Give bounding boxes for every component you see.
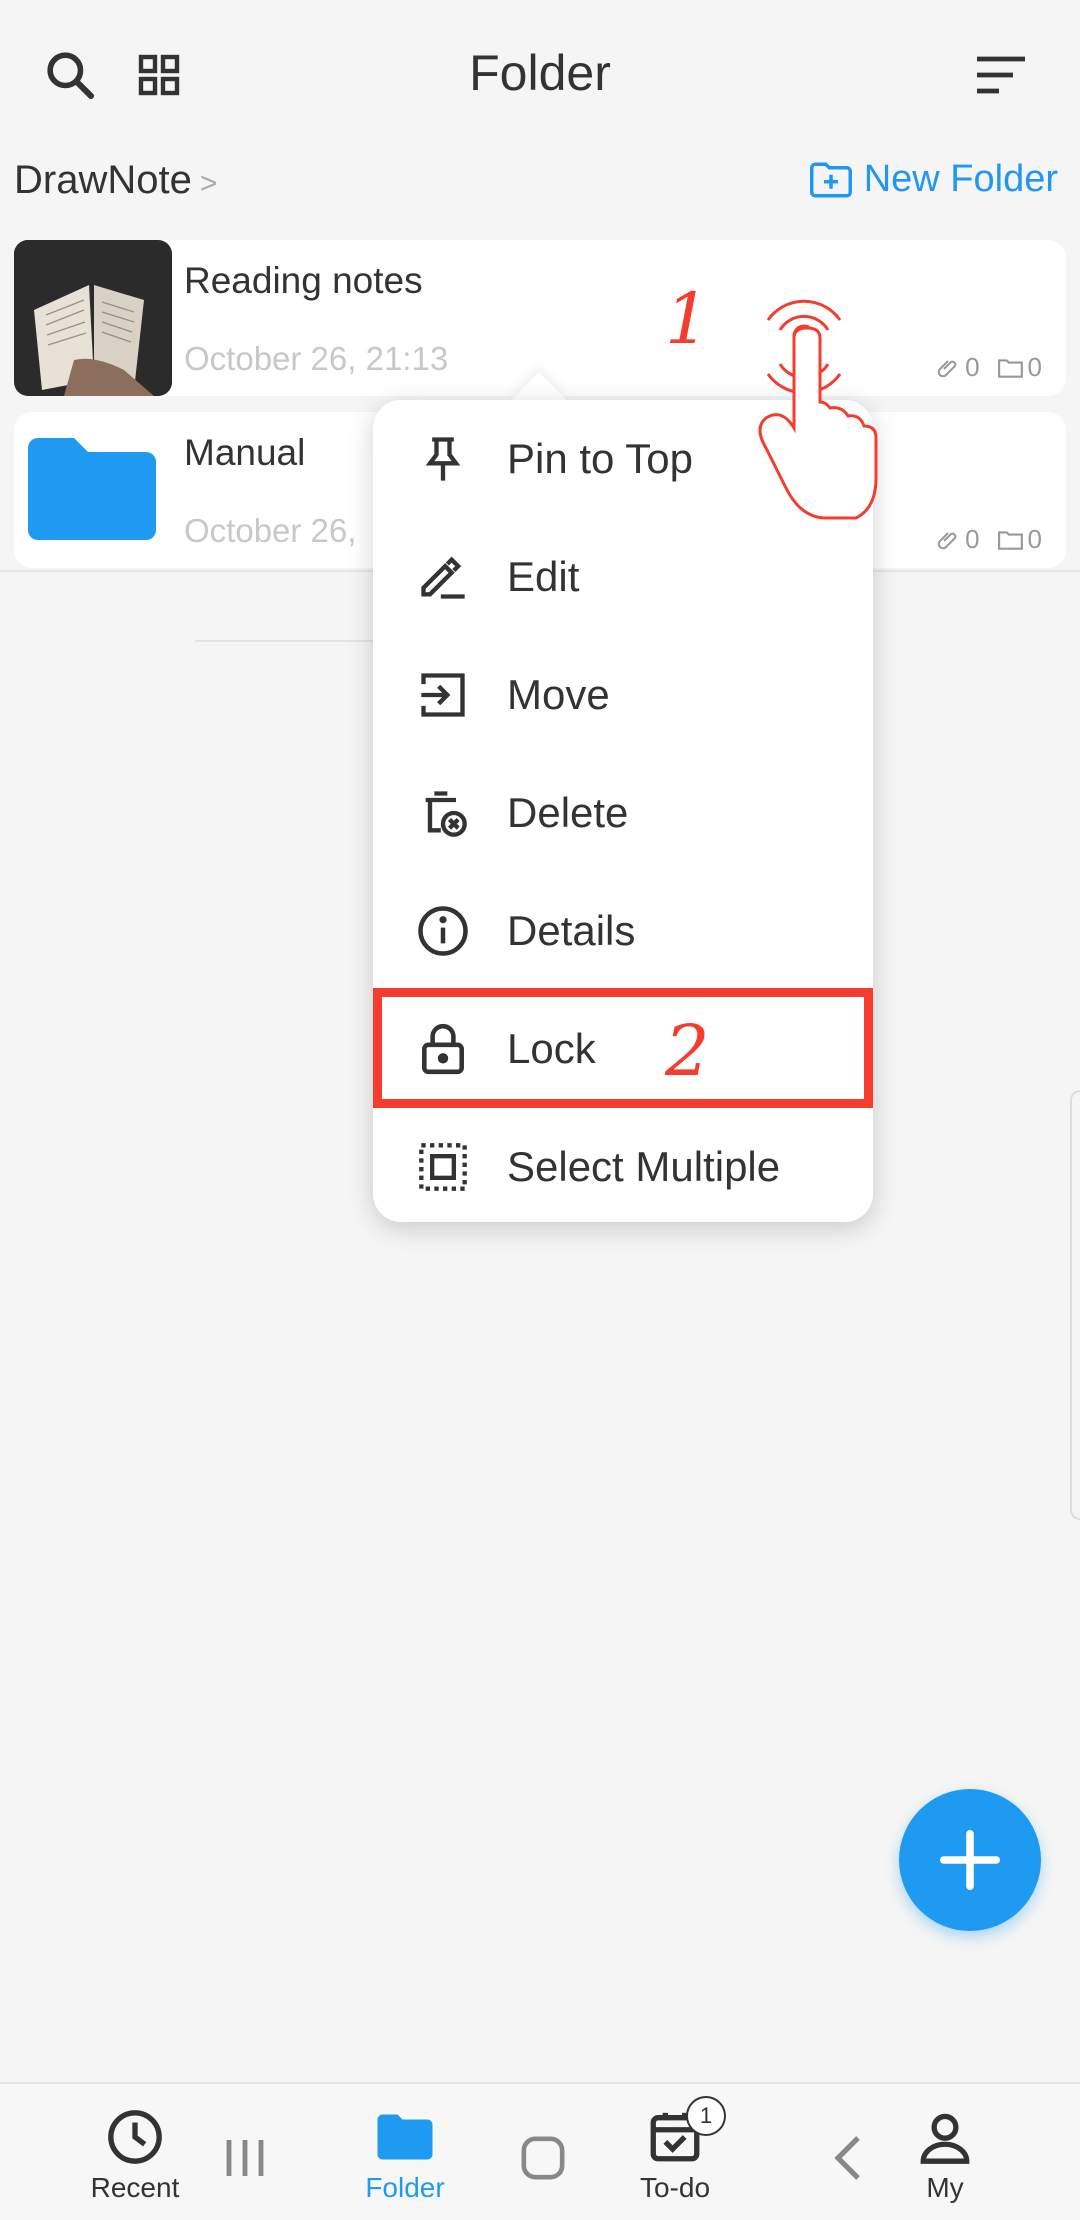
folder-thumbnail-image	[14, 240, 172, 396]
todo-icon: 1	[646, 2096, 726, 2170]
select-multiple-icon	[413, 1137, 473, 1197]
annotation-step-2: 2	[665, 1010, 710, 1092]
nav-label: To-do	[639, 2172, 711, 2203]
folder-stats: 0 0	[937, 352, 1042, 383]
list-divider-short	[195, 640, 375, 642]
breadcrumb[interactable]: DrawNote >	[14, 158, 217, 203]
delete-icon	[413, 783, 473, 843]
attachment-icon	[937, 531, 957, 549]
todo-badge: 1	[686, 2096, 726, 2136]
nav-item-folder[interactable]: Folder	[350, 2084, 460, 2220]
subfolder-icon	[997, 530, 1023, 550]
new-folder-icon	[809, 162, 852, 197]
subfolder-count: 0	[1027, 352, 1042, 382]
side-panel-handle[interactable]	[1070, 1090, 1080, 1520]
menu-item-label: Select Multiple	[507, 1143, 781, 1190]
new-folder-button[interactable]: New Folder	[809, 158, 1058, 201]
nav-item-my[interactable]: My	[890, 2084, 1000, 2220]
nav-label: Folder	[365, 2172, 445, 2203]
nav-label: My	[926, 2172, 964, 2203]
menu-item-label: Pin to Top	[507, 435, 694, 482]
breadcrumb-separator: >	[199, 167, 218, 200]
menu-item-move[interactable]: Move	[373, 636, 873, 754]
person-icon	[916, 2104, 974, 2170]
home-icon	[521, 2136, 565, 2180]
tap-gesture-icon	[728, 290, 888, 595]
top-bar: Folder	[0, 0, 1080, 150]
new-folder-label: New Folder	[863, 158, 1058, 200]
back-button[interactable]	[818, 2128, 878, 2188]
annotation-step-1: 1	[665, 278, 710, 360]
move-icon	[413, 665, 473, 725]
nav-item-todo[interactable]: 1 To-do	[620, 2084, 730, 2220]
folder-name: Manual	[184, 432, 306, 473]
back-icon	[834, 2136, 860, 2180]
menu-item-label: Delete	[507, 789, 629, 836]
pin-icon	[413, 429, 473, 489]
breadcrumb-row: DrawNote > New Folder	[0, 150, 1080, 220]
clock-icon	[106, 2104, 164, 2170]
sort-icon[interactable]	[966, 40, 1036, 110]
folder-icon	[24, 434, 160, 549]
subfolder-count: 0	[1027, 524, 1042, 554]
subfolder-icon	[997, 358, 1023, 378]
menu-item-label: Details	[507, 907, 636, 954]
folder-date: October 26, 21:13	[184, 340, 449, 377]
attachment-count: 0	[965, 352, 980, 382]
plus-icon	[939, 1829, 1001, 1891]
home-button[interactable]	[513, 2128, 573, 2188]
highlight-lock-box	[373, 988, 873, 1108]
nav-label: Recent	[90, 2172, 180, 2203]
menu-item-label: Move	[507, 671, 610, 718]
add-button[interactable]	[899, 1789, 1041, 1931]
attachment-icon	[937, 359, 957, 377]
folder-name: Reading notes	[184, 260, 423, 301]
folder-date: October 26,	[184, 512, 357, 549]
edit-icon	[413, 547, 473, 607]
breadcrumb-root[interactable]: DrawNote	[14, 158, 192, 202]
info-icon	[413, 901, 473, 961]
page-title: Folder	[469, 45, 611, 101]
recent-apps-button[interactable]	[215, 2128, 275, 2188]
menu-item-delete[interactable]: Delete	[373, 754, 873, 872]
nav-item-recent[interactable]: Recent	[80, 2084, 190, 2220]
recent-apps-icon	[226, 2140, 264, 2176]
folder-icon	[375, 2104, 435, 2170]
menu-item-select-multiple[interactable]: Select Multiple	[373, 1108, 873, 1226]
menu-item-details[interactable]: Details	[373, 872, 873, 990]
folder-stats: 0 0	[937, 524, 1042, 555]
menu-item-label: Edit	[507, 553, 580, 600]
attachment-count: 0	[965, 524, 980, 554]
